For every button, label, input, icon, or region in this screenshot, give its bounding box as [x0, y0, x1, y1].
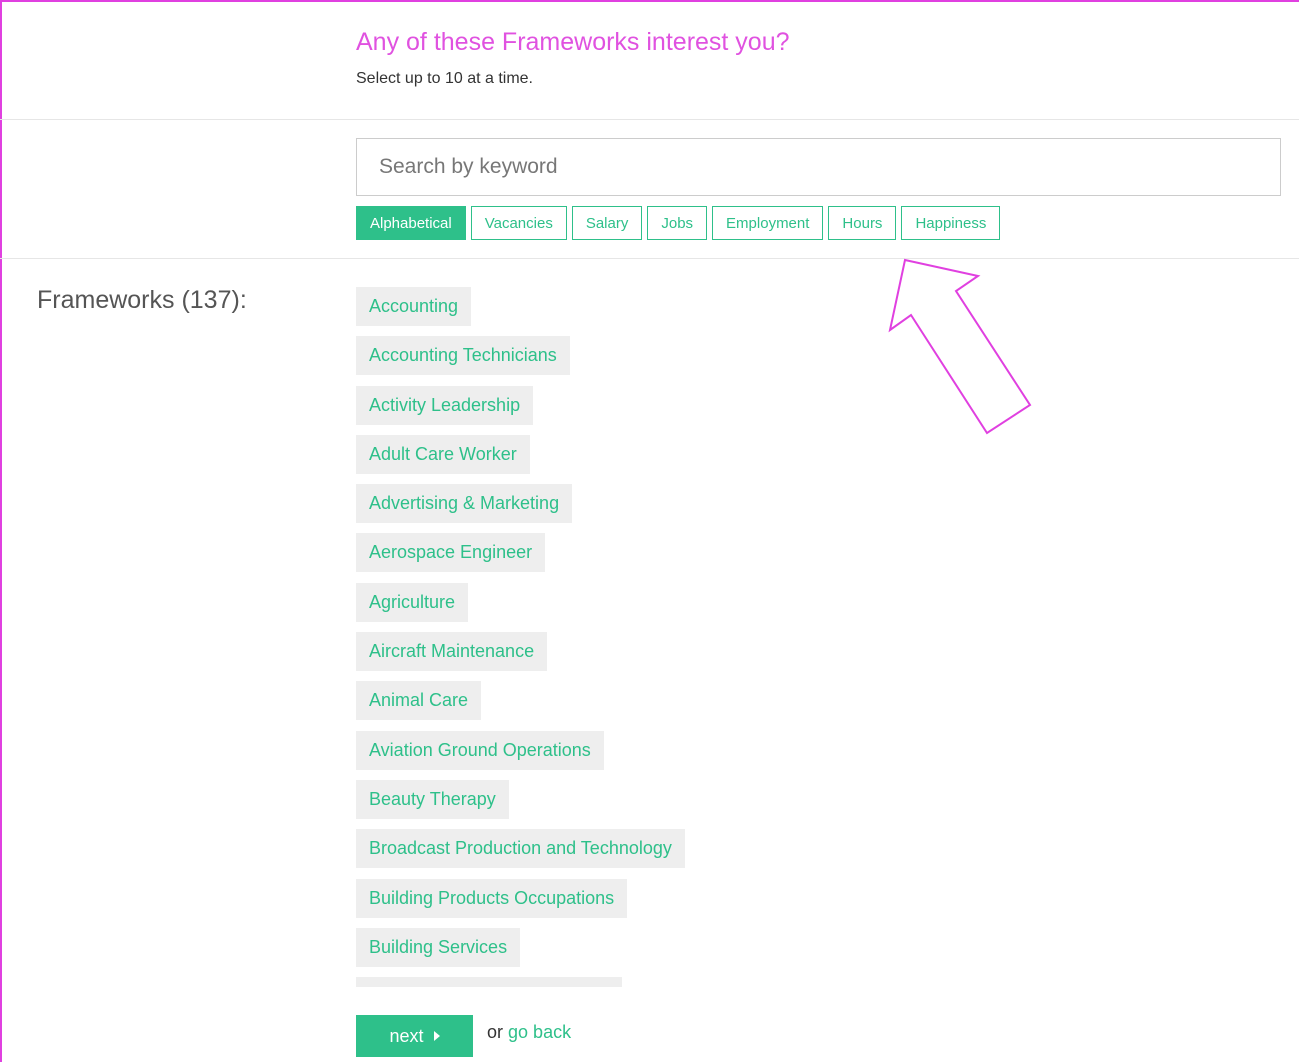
framework-item[interactable]: Advertising & Marketing — [356, 484, 573, 524]
frameworks-list: Accounting Accounting Technicians Activi… — [356, 287, 956, 987]
next-button[interactable]: next — [356, 1015, 473, 1057]
sort-tab-salary[interactable]: Salary — [571, 206, 643, 240]
caret-right-icon — [433, 1031, 440, 1041]
framework-item[interactable]: Activity Leadership — [356, 385, 534, 425]
sort-tab-hours[interactable]: Hours — [828, 206, 897, 240]
framework-item[interactable]: Animal Care — [356, 681, 482, 721]
or-text: or — [487, 1022, 504, 1042]
sort-tab-jobs[interactable]: Jobs — [647, 206, 708, 240]
page-header: Any of these Frameworks interest you? Se… — [0, 0, 1299, 120]
framework-item[interactable]: Building Services — [356, 927, 521, 967]
framework-item-partial[interactable] — [356, 977, 622, 987]
framework-item[interactable]: Broadcast Production and Technology — [356, 829, 685, 869]
search-input[interactable] — [356, 138, 1281, 196]
sort-tabs: Alphabetical Vacancies Salary Jobs Emplo… — [356, 206, 1001, 240]
sort-tab-employment[interactable]: Employment — [712, 206, 824, 240]
sort-tab-alphabetical[interactable]: Alphabetical — [356, 206, 466, 240]
framework-item[interactable]: Beauty Therapy — [356, 779, 509, 819]
sort-tab-vacancies[interactable]: Vacancies — [470, 206, 567, 240]
framework-item[interactable]: Aircraft Maintenance — [356, 632, 548, 672]
framework-item[interactable]: Accounting Technicians — [356, 336, 570, 376]
framework-item[interactable]: Adult Care Worker — [356, 434, 530, 474]
framework-item[interactable]: Building Products Occupations — [356, 878, 628, 918]
back-row: or go back — [487, 1022, 571, 1043]
framework-item[interactable]: Aerospace Engineer — [356, 533, 546, 573]
go-back-link[interactable]: go back — [508, 1022, 571, 1042]
search-section: Alphabetical Vacancies Salary Jobs Emplo… — [0, 120, 1299, 259]
frameworks-count-label: Frameworks (137): — [37, 286, 247, 314]
framework-item[interactable]: Accounting — [356, 287, 472, 326]
framework-item[interactable]: Agriculture — [356, 582, 469, 622]
framework-item[interactable]: Aviation Ground Operations — [356, 730, 604, 770]
next-label: next — [389, 1025, 424, 1046]
page-title: Any of these Frameworks interest you? — [356, 28, 790, 56]
sort-tab-happiness[interactable]: Happiness — [901, 206, 1001, 240]
page-subtitle: Select up to 10 at a time. — [356, 70, 533, 87]
